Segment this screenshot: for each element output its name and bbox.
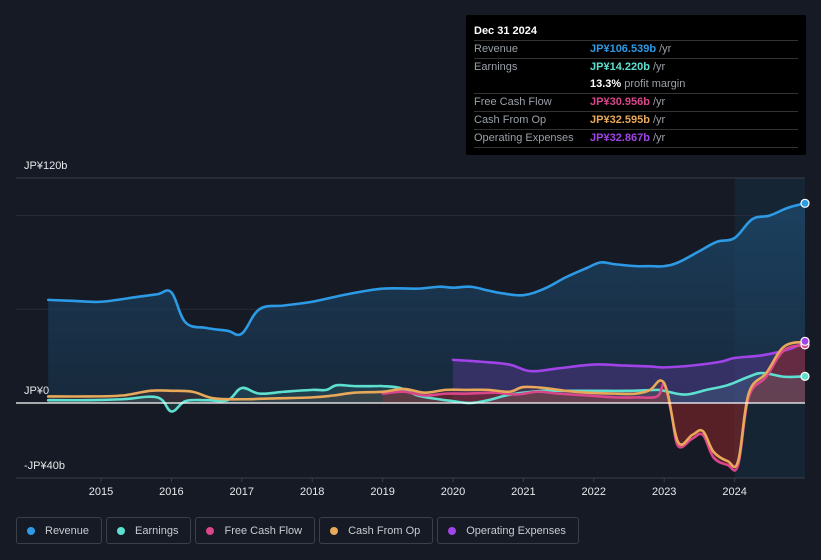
tooltip-row-label: Revenue <box>474 43 519 55</box>
tooltip-row: 13.3% profit margin <box>474 76 798 94</box>
tooltip-row-unit: /yr <box>659 43 672 55</box>
tooltip-row-label: Cash From Op <box>474 114 547 126</box>
tooltip-row-value: JP¥14.220b <box>590 61 650 73</box>
legend: Revenue Earnings Free Cash Flow Cash From O… <box>16 517 579 544</box>
x-tick-label: 2022 <box>582 486 606 498</box>
x-tick-label: 2019 <box>370 486 394 498</box>
x-tick-label: 2016 <box>159 486 183 498</box>
legend-item-cash-from-op[interactable]: Cash From Op <box>319 517 434 544</box>
legend-dot-icon <box>330 526 339 535</box>
tooltip-row: Free Cash Flow JP¥30.956b/yr <box>474 94 798 112</box>
legend-label: Cash From Op <box>348 524 421 537</box>
y-tick-label: JP¥120b <box>24 160 68 172</box>
endpoint-earnings[interactable] <box>800 371 810 381</box>
x-tick-label: 2017 <box>230 486 254 498</box>
legend-dot-icon <box>448 526 457 535</box>
tooltip-row-label <box>474 76 590 93</box>
tooltip-date: Dec 31 2024 <box>474 23 798 41</box>
legend-item-earnings[interactable]: Earnings <box>106 517 192 544</box>
tooltip-row-value: 13.3% <box>590 78 622 90</box>
tooltip-row: Operating Expenses JP¥32.867b/yr <box>474 130 798 148</box>
tooltip-row: Revenue JP¥106.539b/yr <box>474 41 798 59</box>
legend-dot-icon <box>206 526 215 535</box>
tooltip-row-unit: /yr <box>652 61 666 73</box>
tooltip-row: Cash From Op JP¥32.595b/yr <box>474 112 798 130</box>
x-tick-label: 2020 <box>441 486 465 498</box>
tooltip-row-label: Earnings <box>474 61 518 73</box>
x-tick-label: 2018 <box>300 486 324 498</box>
tooltip-panel: Dec 31 2024 Revenue JP¥106.539b/yr Earning… <box>466 15 806 155</box>
legend-item-operating-expenses[interactable]: Operating Expenses <box>437 517 579 544</box>
tooltip-row-value: JP¥30.956b <box>590 96 650 108</box>
tooltip-row: Earnings JP¥14.220b/yr <box>474 59 798 76</box>
legend-label: Earnings <box>135 524 179 537</box>
y-tick-label: -JP¥40b <box>24 460 65 472</box>
tooltip-row-unit: /yr <box>652 96 666 108</box>
tooltip-row-unit: profit margin <box>624 78 686 90</box>
endpoint-operating-expenses[interactable] <box>800 336 810 346</box>
legend-label: Free Cash Flow <box>224 524 303 537</box>
legend-label: Operating Expenses <box>466 524 566 537</box>
tooltip-row-label: Operating Expenses <box>474 132 574 144</box>
x-tick-label: 2015 <box>89 486 113 498</box>
endpoint-revenue[interactable] <box>800 198 810 208</box>
tooltip-row-value: JP¥106.539b <box>590 43 657 55</box>
legend-dot-icon <box>27 526 35 535</box>
tooltip-row-value: JP¥32.595b <box>590 114 650 126</box>
tooltip-row-unit: /yr <box>652 114 666 126</box>
legend-label: Revenue <box>45 524 90 537</box>
tooltip-row-label: Free Cash Flow <box>474 96 552 108</box>
x-tick-label: 2021 <box>511 486 535 498</box>
legend-dot-icon <box>117 526 126 535</box>
x-tick-label: 2023 <box>652 486 676 498</box>
legend-item-free-cash-flow[interactable]: Free Cash Flow <box>195 517 316 544</box>
tooltip-row-unit: /yr <box>652 132 666 144</box>
legend-item-revenue[interactable]: Revenue <box>16 517 103 544</box>
x-tick-label: 2024 <box>722 486 746 498</box>
tooltip-row-value: JP¥32.867b <box>590 132 650 144</box>
y-tick-label: JP¥0 <box>24 385 50 397</box>
